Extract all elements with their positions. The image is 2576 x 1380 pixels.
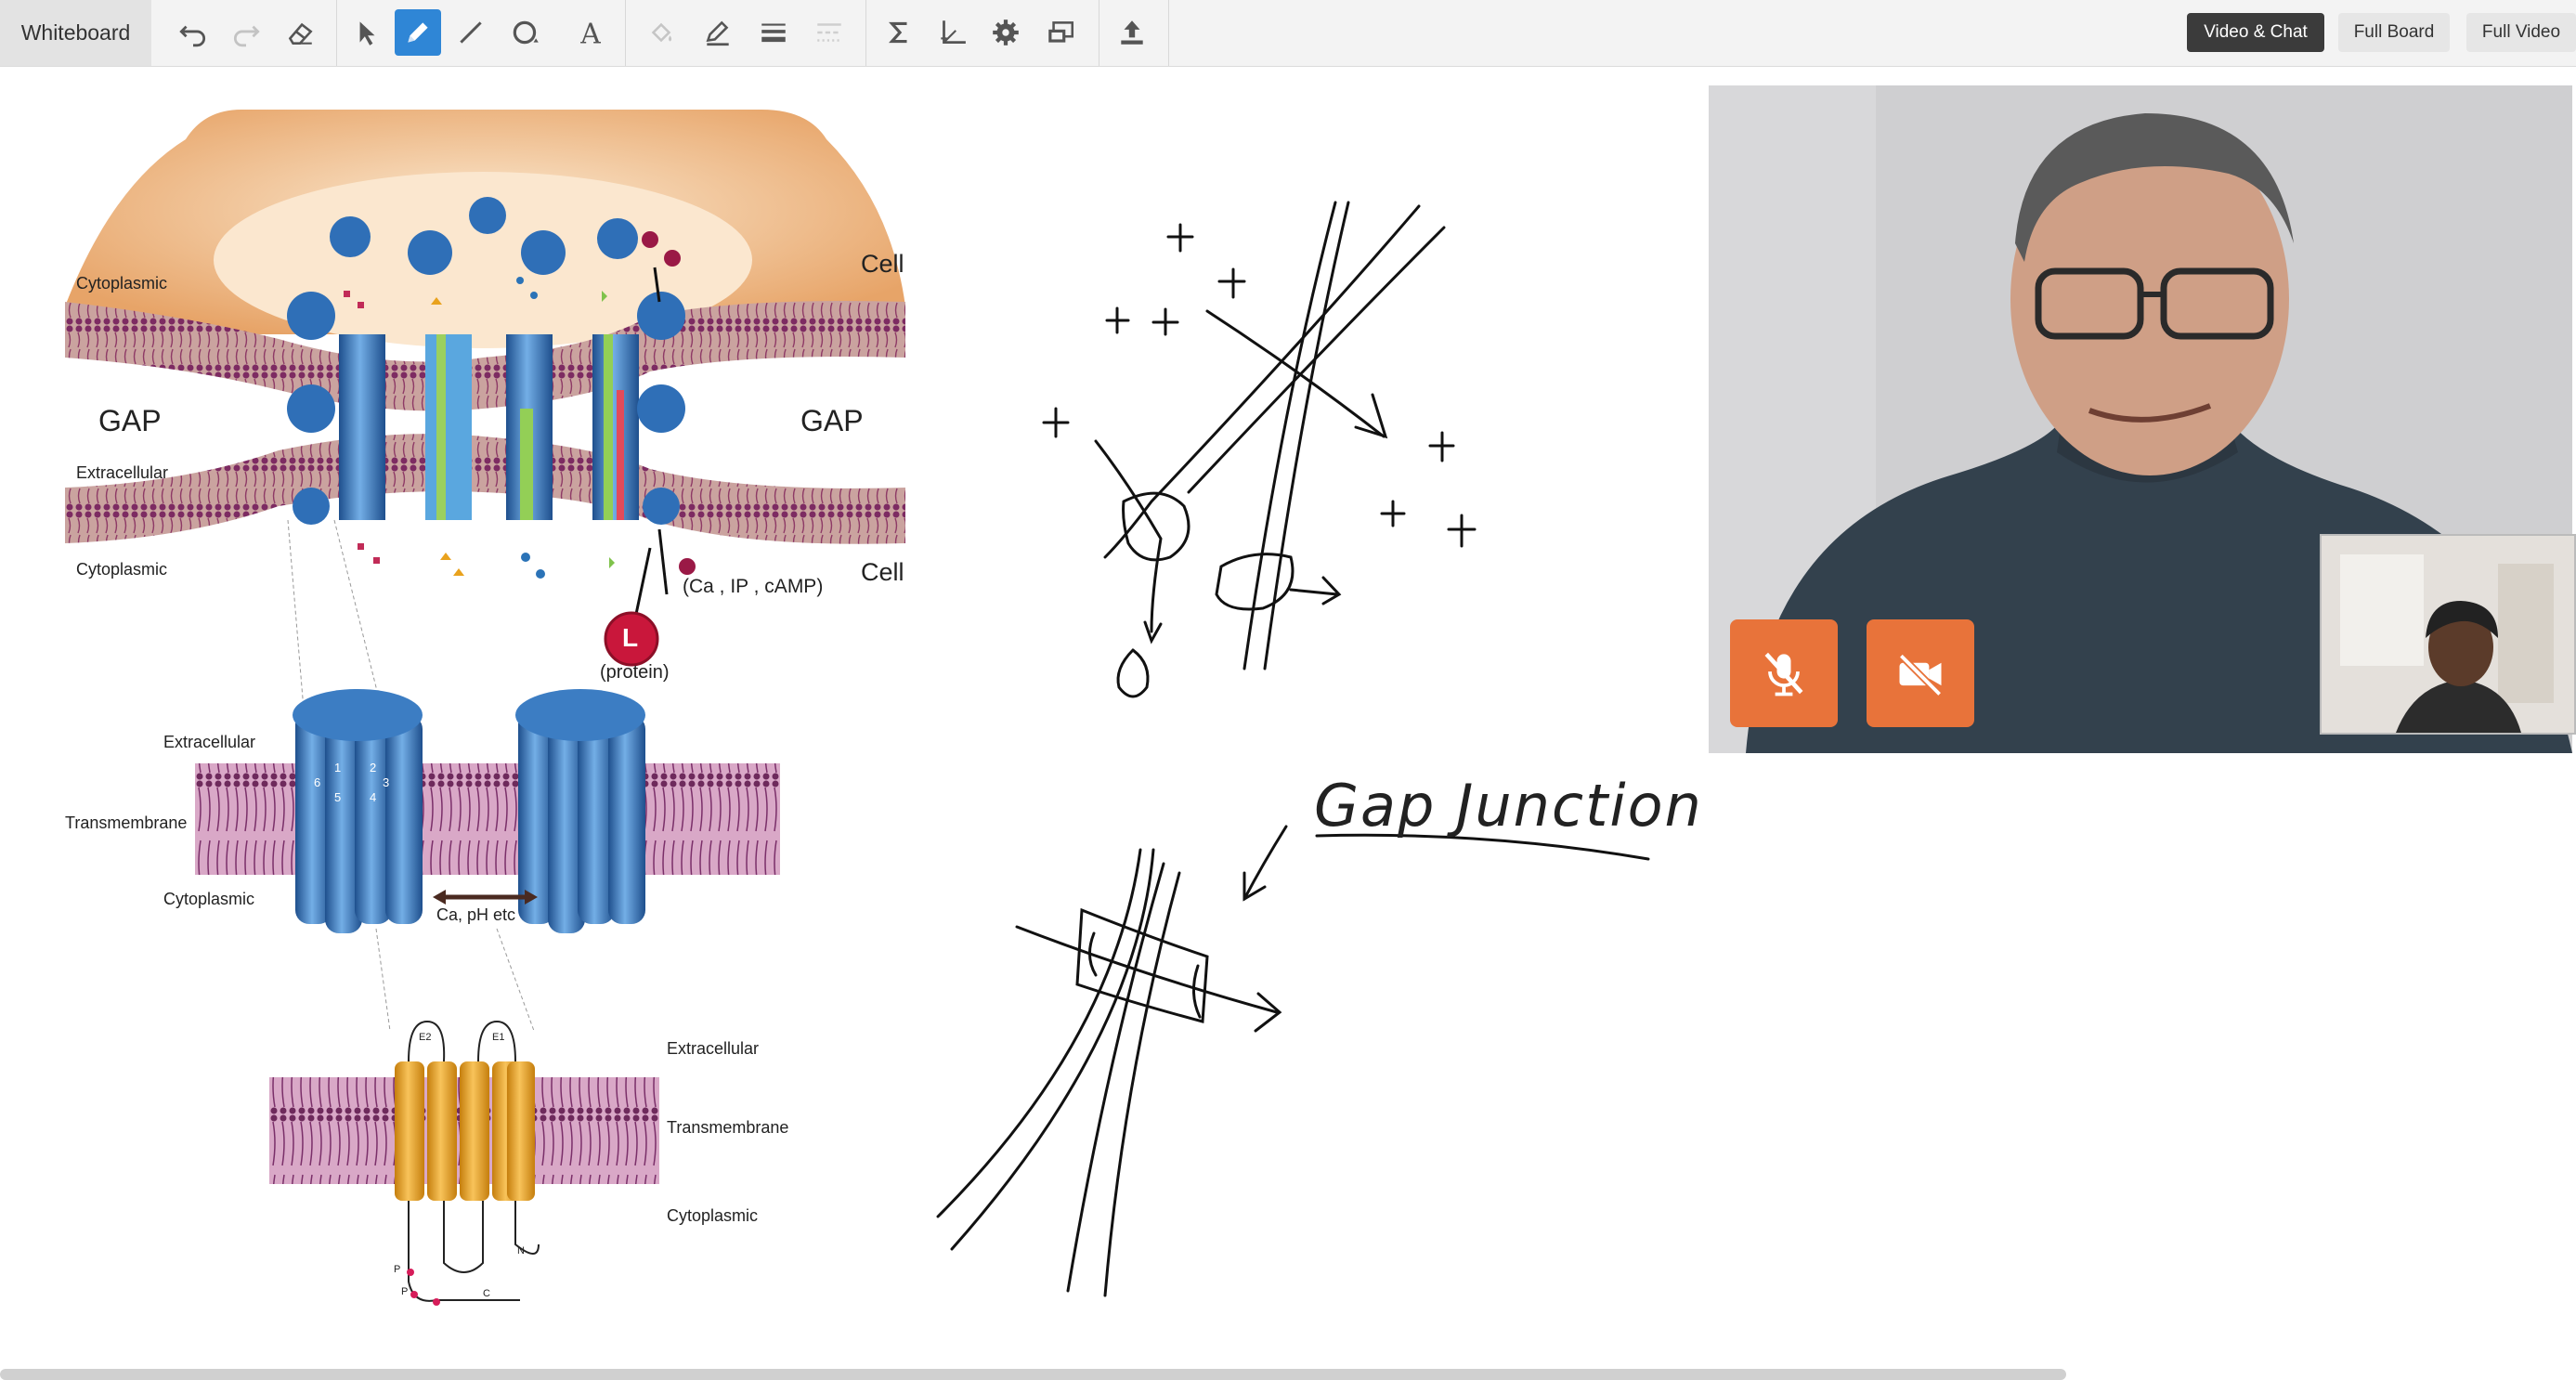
app-title: Whiteboard bbox=[0, 0, 151, 66]
camera-off-button[interactable] bbox=[1867, 619, 1974, 727]
fill-color-icon bbox=[651, 22, 672, 43]
mute-mic-button[interactable] bbox=[1730, 619, 1838, 727]
line-button[interactable] bbox=[448, 9, 494, 56]
terminus-label-c: C bbox=[483, 1288, 490, 1299]
label-transmembrane-middle: Transmembrane bbox=[65, 814, 188, 832]
redo-icon bbox=[234, 25, 260, 47]
eraser-button[interactable] bbox=[277, 9, 323, 56]
toolbar: Whiteboard A Video & Chat Full Board Ful… bbox=[0, 0, 2576, 67]
upload-button[interactable] bbox=[1109, 9, 1155, 56]
redo-button[interactable] bbox=[223, 9, 269, 56]
label-cytoplasmic-top: Cytoplasmic bbox=[76, 274, 168, 293]
stroke-color-button[interactable] bbox=[695, 9, 741, 56]
settings-button[interactable] bbox=[982, 9, 1029, 56]
loop-label-e2: E2 bbox=[419, 1032, 432, 1043]
video-chat-button[interactable]: Video & Chat bbox=[2187, 13, 2324, 52]
phospho-label: P bbox=[401, 1286, 409, 1297]
undo-button[interactable] bbox=[170, 9, 216, 56]
label-extracellular-top: Extracellular bbox=[76, 463, 169, 482]
camera-off-icon bbox=[1898, 653, 1943, 697]
label-cell-top: Cell bbox=[861, 250, 904, 278]
shape-button[interactable] bbox=[502, 9, 549, 56]
subunit-label: 4 bbox=[370, 790, 377, 804]
horizontal-scrollbar[interactable] bbox=[0, 1369, 2066, 1380]
text-icon: A bbox=[579, 19, 601, 48]
full-board-button[interactable]: Full Board bbox=[2338, 13, 2450, 52]
subunit-label: 3 bbox=[383, 775, 390, 789]
line-icon bbox=[460, 21, 482, 44]
handwritten-title: Gap Junction bbox=[1314, 772, 1703, 840]
label-extracellular-middle: Extracellular bbox=[163, 733, 256, 751]
subunit-label: 2 bbox=[370, 761, 377, 775]
full-video-button[interactable]: Full Video bbox=[2466, 13, 2576, 52]
label-cytoplasmic-middle: Cytoplasmic bbox=[163, 890, 255, 908]
label-gap-left: GAP bbox=[98, 404, 162, 437]
label-exchange: Ca, pH etc bbox=[436, 905, 516, 924]
ligand-badge: L bbox=[622, 623, 639, 652]
shape-icon bbox=[513, 20, 539, 45]
graph-button[interactable] bbox=[929, 9, 975, 56]
line-weight-icon bbox=[761, 23, 786, 43]
pen-icon bbox=[408, 22, 428, 43]
label-second-messengers: (Ca , IP , cAMP) bbox=[683, 576, 824, 597]
phospho-label: P bbox=[394, 1264, 401, 1275]
select-button[interactable] bbox=[344, 9, 390, 56]
label-extracellular-bottom: Extracellular bbox=[667, 1039, 760, 1058]
line-style-icon bbox=[817, 23, 841, 42]
subunit-label: 5 bbox=[334, 790, 342, 804]
text-button[interactable]: A bbox=[567, 9, 614, 56]
undo-icon bbox=[179, 25, 205, 47]
subunit-label: 1 bbox=[334, 761, 342, 775]
line-style-button[interactable] bbox=[806, 9, 852, 56]
mic-off-icon bbox=[1764, 652, 1803, 697]
settings-icon bbox=[993, 20, 1019, 46]
self-view-video[interactable] bbox=[2320, 534, 2576, 735]
label-cytoplasmic-bottom-section: Cytoplasmic bbox=[667, 1206, 759, 1225]
subunit-label: 6 bbox=[314, 775, 321, 789]
equation-icon bbox=[889, 21, 907, 44]
line-weight-button[interactable] bbox=[750, 9, 797, 56]
terminus-label-n: N bbox=[517, 1245, 525, 1256]
self-view-feed bbox=[2322, 536, 2574, 733]
s-badge: S bbox=[682, 625, 690, 638]
label-gap-right: GAP bbox=[800, 404, 864, 437]
svg-text:A: A bbox=[579, 19, 601, 48]
label-transmembrane-bottom: Transmembrane bbox=[667, 1118, 789, 1137]
screenshot-icon bbox=[1048, 21, 1074, 43]
label-protein: (protein) bbox=[600, 662, 670, 683]
pen-button[interactable] bbox=[395, 9, 441, 56]
label-cytoplasmic-bottom: Cytoplasmic bbox=[76, 560, 168, 579]
eraser-icon bbox=[288, 22, 313, 45]
equation-button[interactable] bbox=[876, 9, 922, 56]
gap-junction-diagram bbox=[65, 110, 905, 1306]
fill-color-button[interactable] bbox=[638, 9, 684, 56]
graph-icon bbox=[941, 20, 966, 45]
loop-label-e1: E1 bbox=[492, 1032, 505, 1043]
upload-icon bbox=[1121, 20, 1143, 45]
screenshot-button[interactable] bbox=[1037, 9, 1084, 56]
select-pointer-icon bbox=[359, 21, 375, 46]
label-cell-bottom: Cell bbox=[861, 558, 904, 586]
stroke-color-icon bbox=[706, 20, 729, 46]
